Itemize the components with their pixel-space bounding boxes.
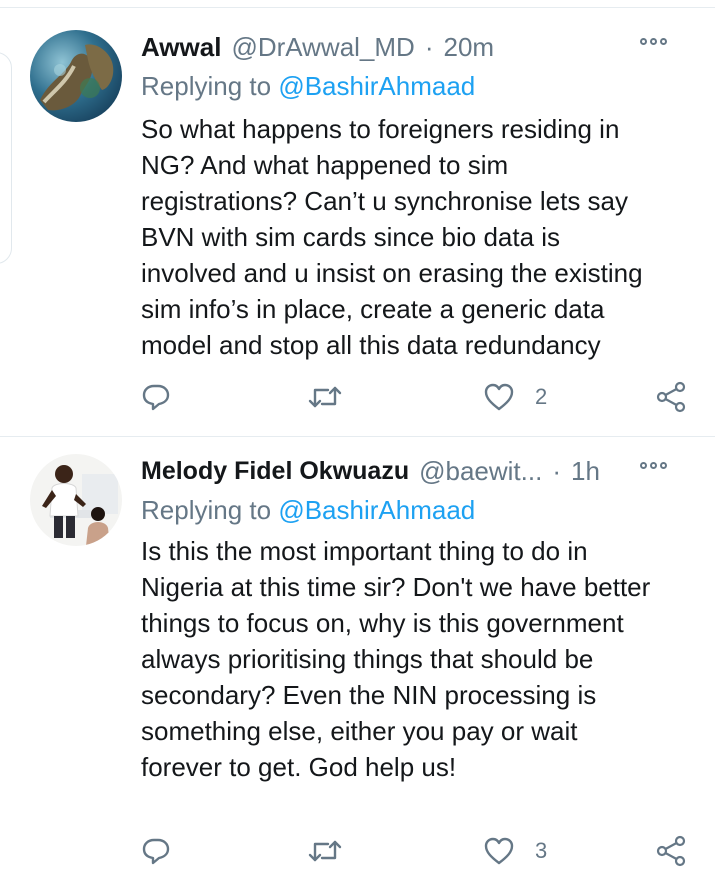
share-icon — [656, 835, 686, 867]
tweet-actions: 2 — [0, 375, 715, 419]
tweet[interactable]: Melody Fidel Okwuazu @baewit... · 1h Rep… — [0, 437, 715, 867]
replying-prefix: Replying to — [141, 495, 272, 525]
heart-icon — [484, 383, 514, 411]
reply-icon — [142, 838, 170, 865]
reply-mention-link[interactable]: @BashirAhmaad — [278, 495, 475, 525]
retweet-icon — [308, 840, 342, 862]
tweet-text-line: Is this the most important thing to do i… — [141, 536, 588, 566]
avatar[interactable] — [30, 30, 122, 122]
more-icon[interactable] — [640, 462, 667, 469]
avatar[interactable] — [30, 454, 122, 546]
tweet-header: Awwal @DrAwwal_MD · 20m — [141, 30, 695, 64]
tweet-actions: 3 — [0, 829, 715, 873]
like-count: 2 — [535, 384, 548, 409]
reply-icon — [142, 384, 170, 411]
retweet-button[interactable] — [308, 829, 342, 873]
reply-button[interactable] — [141, 375, 171, 419]
replying-to: Replying to @BashirAhmaad — [141, 71, 475, 102]
author-name[interactable]: Melody Fidel Okwuazu — [141, 457, 409, 486]
heart-icon — [484, 837, 514, 865]
tweet-text: So what happens to foreigners residing i… — [141, 111, 706, 363]
tweet-text-line: BVN with sim cards since bio data is — [141, 222, 561, 252]
tweet-text-line: things to focus on, why is this governme… — [141, 608, 624, 638]
share-icon — [656, 381, 686, 413]
retweet-button[interactable] — [308, 375, 342, 419]
separator-dot: · — [424, 31, 434, 62]
timestamp[interactable]: 1h — [571, 456, 600, 487]
tweet-text-line: always prioritising things that should b… — [141, 644, 594, 674]
tweet-text-line: sim info’s in place, create a generic da… — [141, 294, 605, 324]
tweet-text-line: model and stop all this data redundancy — [141, 330, 601, 360]
tweet-text-line: So what happens to foreigners residing i… — [141, 114, 620, 144]
reply-button[interactable] — [141, 829, 171, 873]
tweet-text-line: registrations? Can’t u synchronise lets … — [141, 186, 629, 216]
replying-prefix: Replying to — [141, 71, 272, 101]
tweet-text: Is this the most important thing to do i… — [141, 533, 706, 785]
author-handle[interactable]: @baewit... — [419, 456, 542, 487]
tweet-text-line: forever to get. God help us! — [141, 752, 457, 782]
tweet-text-line: secondary? Even the NIN processing is — [141, 680, 597, 710]
tweet-text-line: Nigeria at this time sir? Don't we have … — [141, 572, 651, 602]
author-name[interactable]: Awwal — [141, 32, 221, 63]
tweet[interactable]: Awwal @DrAwwal_MD · 20m Replying to @Bas… — [0, 8, 715, 436]
tweet-header: Melody Fidel Okwuazu @baewit... · 1h — [141, 454, 695, 488]
retweet-icon — [308, 386, 342, 408]
tweet-text-line: involved and u insist on erasing the exi… — [141, 258, 643, 288]
separator-dot: · — [552, 455, 561, 486]
more-icon[interactable] — [640, 38, 667, 45]
reply-mention-link[interactable]: @BashirAhmaad — [278, 71, 475, 101]
share-button[interactable] — [655, 375, 687, 419]
timestamp[interactable]: 20m — [444, 32, 495, 63]
like-button[interactable]: 2 — [483, 375, 547, 419]
tweet-text-line: NG? And what happened to sim — [141, 150, 509, 180]
like-button[interactable]: 3 — [483, 829, 547, 873]
author-handle[interactable]: @DrAwwal_MD — [231, 32, 414, 63]
share-button[interactable] — [655, 829, 687, 873]
like-count: 3 — [535, 838, 548, 863]
tweet-text-line: something else, either you pay or wait — [141, 716, 578, 746]
replying-to: Replying to @BashirAhmaad — [141, 495, 475, 526]
